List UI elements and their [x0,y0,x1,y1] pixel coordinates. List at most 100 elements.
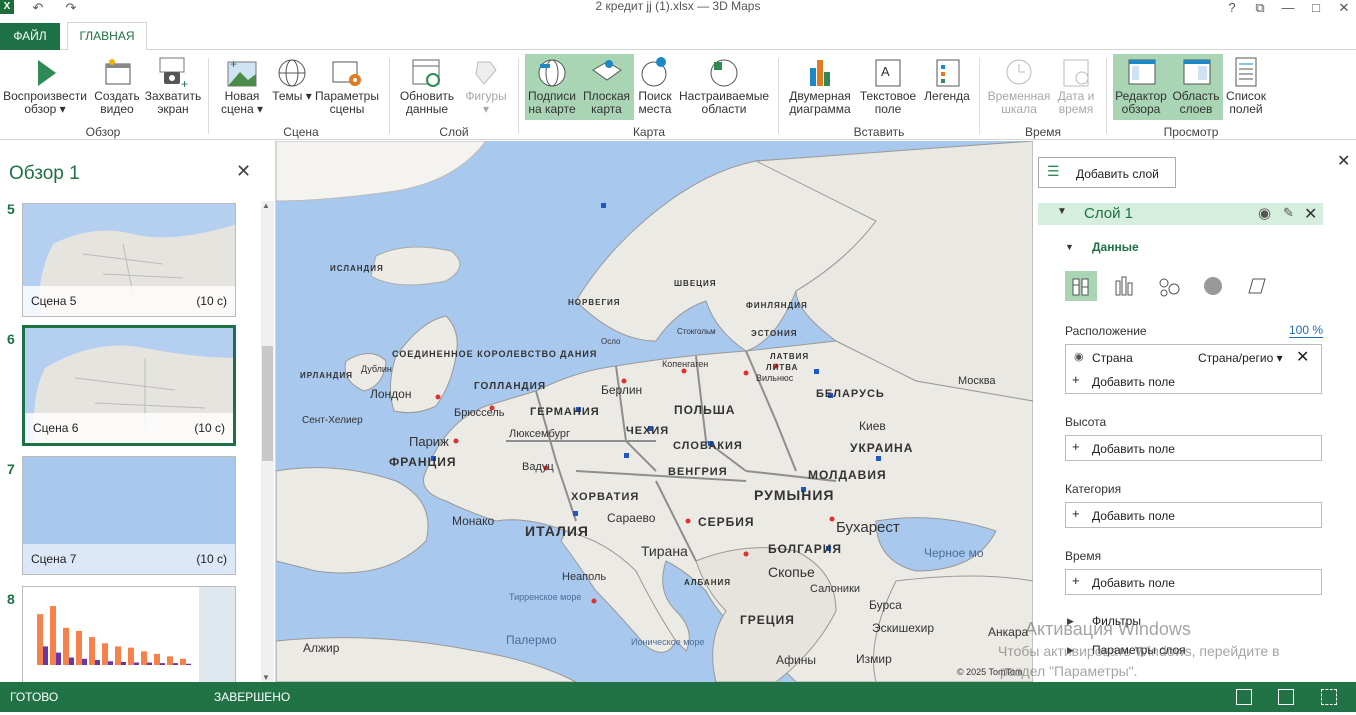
2d-chart-button[interactable]: Двумерная диаграмма [786,54,854,116]
flat-map-label: Плоская карта [582,89,631,116]
radio-icon[interactable]: ◉ [1074,350,1084,363]
stacked-column-icon[interactable] [1065,271,1097,301]
heat-map-icon[interactable] [1197,271,1229,301]
thumb-bar [167,656,173,665]
map-canvas[interactable]: ИСЛАНДИЯ НОРВЕГИЯ ШВЕЦИЯ ФИНЛЯНДИЯ ЭСТОНИЯ ЛА… [276,141,1033,682]
flat-map-button[interactable]: Плоская карта [579,54,634,120]
thumb-bar [82,658,87,665]
scene-options-label: Параметры сцены [315,89,379,116]
map-labels-button[interactable]: Подписи на карте [525,54,579,120]
map-place-label: ИТАЛИЯ [525,523,589,539]
location-type-dropdown[interactable]: Страна/регио ▾ [1198,351,1283,365]
collapse-data-icon[interactable]: ▼ [1065,242,1074,252]
legend-button[interactable]: Легенда [922,54,972,103]
status-ready: ГОТОВО [10,690,59,704]
custom-regions-button[interactable]: Настраиваемые области [678,54,770,116]
location-field-box[interactable]: ◉ Страна Страна/регио ▾ ✕ + Добавить пол… [1065,344,1322,394]
edit-pencil-icon[interactable]: ✎ [1283,205,1294,221]
new-scene-button[interactable]: + Новая сцена ▾ [218,54,266,116]
create-video-button[interactable]: Создать видео [92,54,142,116]
map-place-label: ФРАНЦИЯ [389,455,457,469]
map-place-label: Люксембург [509,428,571,440]
time-field-box[interactable]: + Добавить поле [1065,569,1322,595]
bubble-icon[interactable] [1154,271,1186,301]
text-box-button[interactable]: A Текстовое поле [858,54,918,116]
text-box-icon: A [872,54,904,90]
ribbon-tabs: ФАЙЛ ГЛАВНАЯ [0,20,1356,51]
thumb-bar [69,657,74,665]
scrollbar-thumb[interactable] [262,346,273,461]
thumb-bar [160,663,165,665]
scene-settings-icon [331,54,363,90]
ribbon-divider [778,58,779,134]
layer-header[interactable]: ▼ Слой 1 ◉ ✎ ✕ [1038,203,1323,225]
add-field-label: Добавить поле [1092,442,1175,456]
close-button[interactable]: ✕ [1336,1,1352,15]
restore-ribbon-icon[interactable]: ⧉ [1252,1,1268,15]
refresh-data-label: Обновить данные [399,89,455,116]
scroll-down-icon[interactable]: ▼ [262,673,270,682]
view-expand-icon[interactable] [1278,689,1294,705]
collapse-layer-icon[interactable]: ▼ [1057,206,1067,217]
scene-thumbnail-5[interactable]: Сцена 5 (10 с) [22,203,236,317]
field-list-button[interactable]: Список полей [1223,54,1269,116]
add-layer-label: Добавить слой [1076,167,1159,181]
scene-thumbnail-7[interactable]: Сцена 7 (10 с) [22,456,236,575]
map-place-label: Алжир [303,641,340,655]
tour-scrollbar[interactable]: ▲ ▼ [261,201,274,682]
plus-icon: + [1072,372,1080,387]
region-icon[interactable] [1241,271,1273,301]
maximize-button[interactable]: □ [1308,1,1324,15]
thumb-bar [50,606,56,665]
layer-name: Слой 1 [1084,205,1133,222]
height-field-box[interactable]: + Добавить поле [1065,435,1322,461]
scene-thumbnail-8[interactable] [22,586,236,682]
map-place-label: Анкара [988,625,1029,639]
themes-button[interactable]: Темы ▾ [268,54,316,103]
view-fullscreen-icon[interactable] [1321,689,1337,705]
scroll-up-icon[interactable]: ▲ [262,201,270,210]
category-field-box[interactable]: + Добавить поле [1065,502,1322,528]
scene-name: Сцена 7 [31,552,77,566]
find-location-button[interactable]: Поиск места [636,54,674,116]
play-tour-button[interactable]: Воспроизвести обзор ▾ [2,54,88,116]
shapes-button[interactable]: Фигуры ▾ [462,54,510,116]
scene-name: Сцена 6 [33,421,79,435]
tab-file[interactable]: ФАЙЛ [0,23,60,50]
scene-thumbnail-6[interactable]: Сцена 6 (10 с) [22,325,236,446]
minimize-button[interactable]: — [1280,1,1296,15]
remove-field-icon[interactable]: ✕ [1296,347,1309,367]
add-field-label[interactable]: Добавить поле [1092,375,1175,389]
layer-pane-button[interactable]: Область слоев [1169,54,1223,120]
timeline-button[interactable]: Временная шкала [986,54,1052,116]
eye-icon[interactable]: ◉ [1258,204,1271,222]
view-normal-icon[interactable] [1236,689,1252,705]
add-layer-button[interactable]: ☰ Добавить слой [1038,157,1176,188]
help-icon[interactable]: ? [1224,1,1240,15]
tab-home[interactable]: ГЛАВНАЯ [67,22,147,51]
data-heading: Данные [1092,240,1139,254]
capture-screen-button[interactable]: + Захватить экран [144,54,202,116]
map-place-label: ХОРВАТИЯ [571,491,640,503]
map-labels-label: Подписи на карте [528,89,576,116]
group-insert-label: Вставить [853,125,905,139]
close-tour-panel-icon[interactable]: ✕ [236,161,251,182]
map-place-label: ГРЕЦИЯ [740,613,795,627]
refresh-data-button[interactable]: Обновить данные [398,54,456,116]
map-place-label: МОЛДАВИЯ [808,468,887,482]
thumb-bar [76,630,82,665]
date-time-button[interactable]: Дата и время [1054,54,1098,116]
tour-editor-button[interactable]: Редактор обзора [1113,54,1169,120]
thumb-bar [56,652,61,665]
delete-layer-icon[interactable]: ✕ [1304,204,1317,224]
thumb-bar [128,647,134,665]
play-tour-label: Воспроизвести обзор ▾ [3,89,87,116]
capture-screen-label: Захватить экран [144,89,202,116]
clustered-column-icon[interactable] [1110,271,1142,301]
close-layer-panel-icon[interactable]: ✕ [1337,151,1350,171]
location-confidence-link[interactable]: 100 % [1289,323,1324,338]
window-title: 2 кредит jj (1).xlsx — 3D Maps [595,0,761,13]
thumb-bar [154,653,160,665]
scene-options-button[interactable]: Параметры сцены [314,54,380,116]
scene-number: 5 [7,201,15,217]
